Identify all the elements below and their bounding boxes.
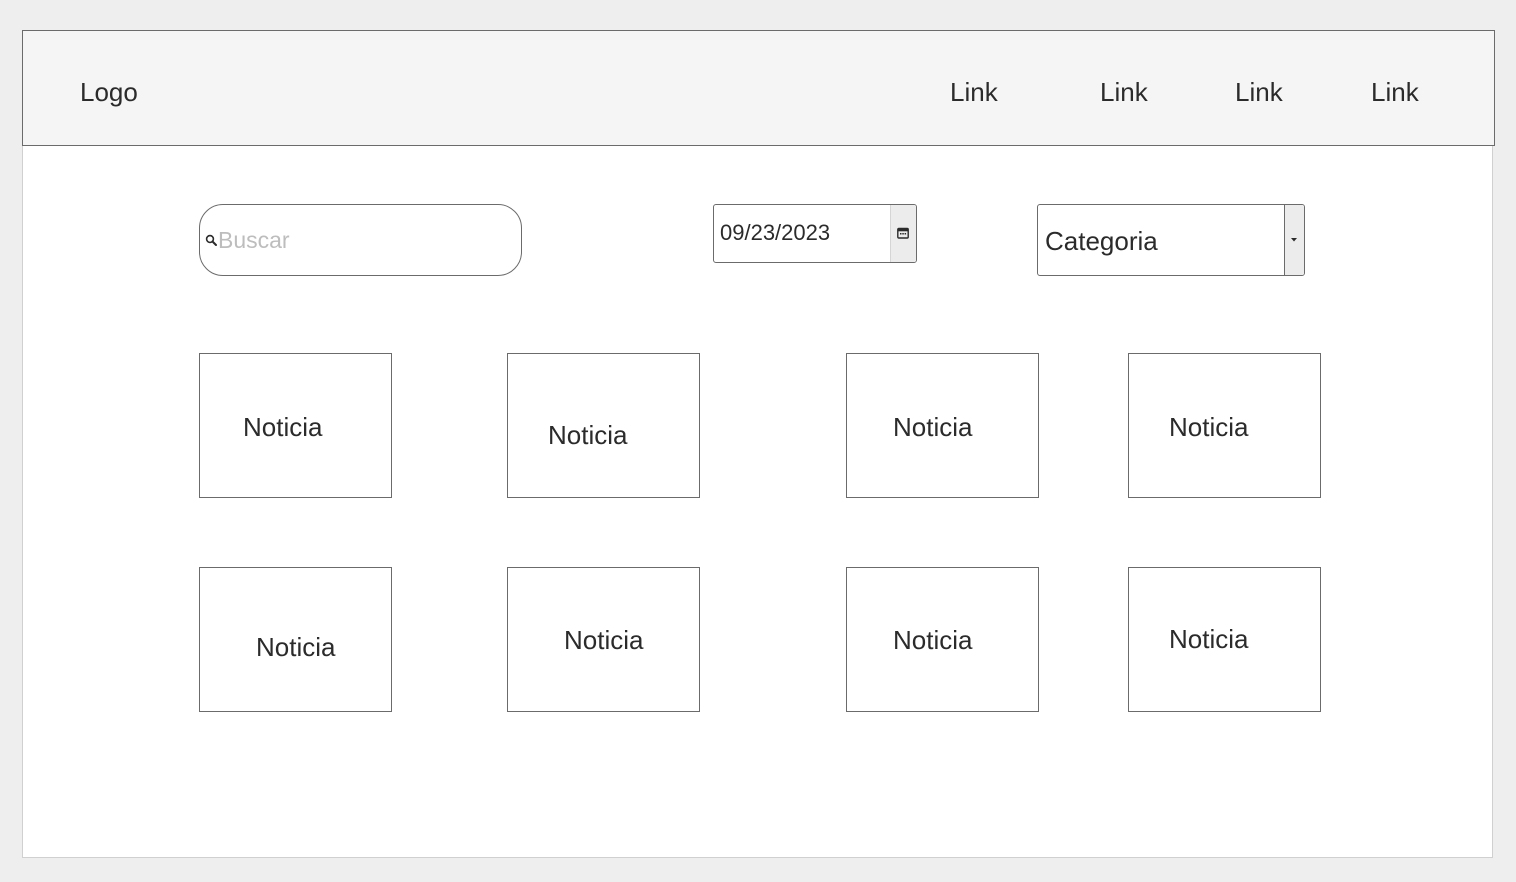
navbar: Logo Link Link Link Link xyxy=(22,30,1495,146)
news-card-label: Noticia xyxy=(893,625,973,655)
nav-link-3[interactable]: Link xyxy=(1235,77,1283,107)
category-select[interactable]: Categoria xyxy=(1037,204,1305,276)
search-input[interactable] xyxy=(218,223,508,257)
news-card-6[interactable]: Noticia xyxy=(507,567,700,712)
news-card-5[interactable]: Noticia xyxy=(199,567,392,712)
news-card-1[interactable]: Noticia xyxy=(199,353,392,498)
news-card-label: Noticia xyxy=(548,420,628,450)
news-card-label: Noticia xyxy=(893,412,973,442)
logo[interactable]: Logo xyxy=(80,77,138,107)
news-card-label: Noticia xyxy=(1169,412,1249,442)
nav-link-2[interactable]: Link xyxy=(1100,77,1148,107)
calendar-icon xyxy=(897,227,909,239)
nav-link-4[interactable]: Link xyxy=(1371,77,1419,107)
news-card-label: Noticia xyxy=(256,632,336,662)
news-card-3[interactable]: Noticia xyxy=(846,353,1039,498)
nav-link-1[interactable]: Link xyxy=(950,77,998,107)
news-card-2[interactable]: Noticia xyxy=(507,353,700,498)
category-selected[interactable]: Categoria xyxy=(1045,226,1158,256)
news-card-label: Noticia xyxy=(564,625,644,655)
news-card-4[interactable]: Noticia xyxy=(1128,353,1321,498)
news-card-7[interactable]: Noticia xyxy=(846,567,1039,712)
search-icon xyxy=(205,234,219,248)
calendar-button[interactable] xyxy=(890,205,916,262)
news-card-label: Noticia xyxy=(1169,624,1249,654)
category-dropdown-button[interactable] xyxy=(1284,205,1304,275)
chevron-down-icon xyxy=(1291,238,1297,242)
news-card-label: Noticia xyxy=(243,412,323,442)
news-card-8[interactable]: Noticia xyxy=(1128,567,1321,712)
date-value[interactable]: 09/23/2023 xyxy=(720,221,830,245)
date-picker[interactable]: 09/23/2023 xyxy=(713,204,917,263)
search-box[interactable] xyxy=(199,204,522,276)
